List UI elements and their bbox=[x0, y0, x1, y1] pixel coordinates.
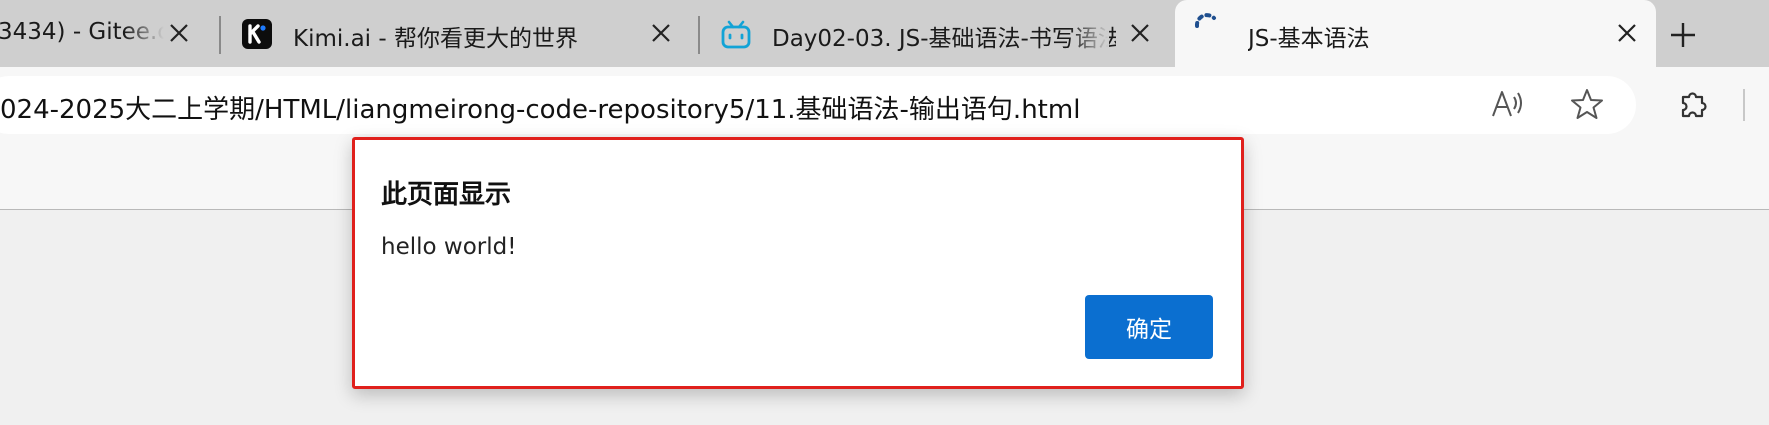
tab-title: JS-基本语法 bbox=[1248, 26, 1370, 52]
tab-js-basic-syntax[interactable]: JS-基本语法 bbox=[1175, 0, 1656, 67]
tab-title-fade bbox=[1069, 0, 1109, 67]
alert-dialog: 此页面显示 hello world! 确定 bbox=[352, 137, 1244, 389]
tab-kimi[interactable]: Kimi.ai - 帮你看更大的世界 bbox=[222, 0, 690, 67]
tab-bilibili[interactable]: Day02-03. JS-基础语法-书写语法 bbox=[701, 0, 1169, 67]
toolbar: 024-2025大二上学期/HTML/liangmeirong-code-rep… bbox=[0, 67, 1769, 141]
close-icon[interactable] bbox=[164, 18, 194, 48]
tab-separator bbox=[219, 16, 221, 54]
loading-spinner-icon bbox=[1192, 10, 1220, 38]
close-icon[interactable] bbox=[646, 18, 676, 48]
star-icon[interactable] bbox=[1567, 84, 1607, 124]
browser-window: 3434) - Gitee.co Kimi.ai - 帮你看更大的世界 bbox=[0, 0, 1769, 425]
dialog-title: 此页面显示 bbox=[381, 180, 512, 210]
url-text: 024-2025大二上学期/HTML/liangmeirong-code-rep… bbox=[0, 95, 1081, 125]
tab-gitee[interactable]: 3434) - Gitee.co bbox=[0, 0, 208, 67]
address-bar[interactable]: 024-2025大二上学期/HTML/liangmeirong-code-rep… bbox=[0, 76, 1636, 134]
tab-strip: 3434) - Gitee.co Kimi.ai - 帮你看更大的世界 bbox=[0, 0, 1769, 67]
close-icon[interactable] bbox=[1612, 18, 1642, 48]
close-icon[interactable] bbox=[1125, 18, 1155, 48]
toolbar-divider bbox=[1743, 89, 1745, 121]
ok-button[interactable]: 确定 bbox=[1085, 295, 1213, 359]
read-aloud-icon[interactable] bbox=[1488, 84, 1528, 124]
tab-title: Day02-03. JS-基础语法-书写语法 bbox=[772, 26, 1116, 52]
kimi-icon bbox=[242, 19, 272, 49]
tab-separator bbox=[698, 16, 700, 54]
bilibili-icon bbox=[720, 18, 752, 50]
tab-title-fade bbox=[124, 0, 164, 67]
puzzle-icon[interactable] bbox=[1674, 84, 1714, 124]
new-tab-button[interactable] bbox=[1660, 12, 1706, 58]
plus-icon bbox=[1671, 23, 1695, 47]
dialog-message: hello world! bbox=[381, 234, 517, 260]
tab-title: Kimi.ai - 帮你看更大的世界 bbox=[293, 26, 578, 52]
